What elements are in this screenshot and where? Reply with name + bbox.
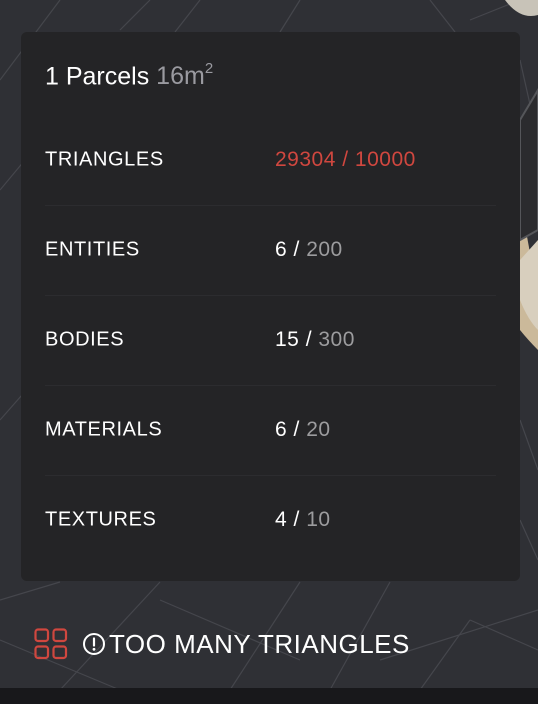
stat-value: 15 / 300 [275, 328, 355, 351]
scene-viewport[interactable]: 1 Parcels 16m2 TRIANGLES 29304 / 10000 E… [0, 0, 538, 704]
stat-row-triangles: TRIANGLES 29304 / 10000 [45, 115, 496, 206]
scene-limits-panel: 1 Parcels 16m2 TRIANGLES 29304 / 10000 E… [21, 32, 520, 581]
parcel-count: 1 Parcels [45, 62, 150, 91]
stat-row-textures: TEXTURES 4 / 10 [45, 475, 496, 565]
stat-value: 6 / 20 [275, 418, 331, 441]
warning-circle-icon [83, 633, 105, 655]
stat-row-entities: ENTITIES 6 / 200 [45, 205, 496, 296]
stat-label: TEXTURES [45, 508, 157, 531]
stat-label: BODIES [45, 328, 125, 351]
scene-metrics-bar: TOO MANY TRIANGLES [0, 582, 538, 688]
stat-label: TRIANGLES [45, 148, 164, 171]
warning-message[interactable]: TOO MANY TRIANGLES [82, 629, 410, 659]
warning-text: TOO MANY TRIANGLES [109, 628, 410, 659]
stat-row-materials: MATERIALS 6 / 20 [45, 385, 496, 476]
stat-value: 4 / 10 [275, 508, 331, 531]
stat-row-bodies: BODIES 15 / 300 [45, 295, 496, 386]
parcel-area: 16m2 [156, 60, 214, 91]
stat-label: MATERIALS [45, 418, 163, 441]
parcel-summary: 1 Parcels 16m2 [45, 60, 214, 91]
grid-icon[interactable] [34, 628, 68, 660]
stat-value: 29304 / 10000 [275, 148, 416, 171]
stat-label: ENTITIES [45, 238, 140, 261]
stat-value: 6 / 200 [275, 238, 343, 261]
bottom-strip [0, 688, 538, 704]
